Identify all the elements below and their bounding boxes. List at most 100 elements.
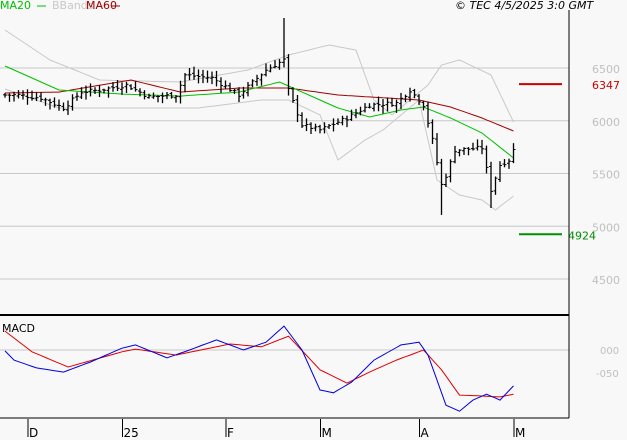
- ohlc-bar: [39, 92, 43, 102]
- ohlc-bar: [318, 124, 322, 134]
- macd-tick-label: 000: [600, 346, 619, 357]
- ohlc-bar: [43, 97, 48, 106]
- legend: MA20 BBands MA60 © TEC 4/5/2025 3:0 GMT …: [0, 0, 594, 335]
- bollinger-bands: [4, 29, 514, 211]
- ohlc-bars: [3, 17, 516, 215]
- ohlc-bar: [255, 74, 259, 86]
- ohlc-bar: [300, 112, 304, 128]
- ohlc-bar: [291, 87, 295, 103]
- ohlc-bar: [210, 71, 214, 85]
- price-tick-label: 5500: [592, 169, 620, 182]
- price-marker-label: 6347: [592, 79, 620, 92]
- ohlc-bar: [228, 82, 232, 92]
- ohlc-bar: [264, 63, 268, 77]
- ohlc-bar: [327, 123, 331, 129]
- ohlc-bar: [462, 147, 466, 155]
- ohlc-bar: [57, 99, 61, 111]
- ohlc-bar: [376, 96, 381, 112]
- ohlc-bar: [214, 70, 219, 87]
- ohlc-bar: [507, 158, 511, 169]
- macd-title: MACD: [2, 322, 35, 335]
- ohlc-bar: [93, 87, 97, 95]
- ohlc-bar: [426, 101, 430, 128]
- ohlc-bar: [61, 102, 66, 112]
- legend-ma20: MA20: [0, 0, 31, 12]
- ohlc-bar: [273, 60, 277, 69]
- ohlc-bar: [475, 139, 480, 151]
- ohlc-bar: [471, 142, 475, 151]
- ohlc-bar: [192, 66, 196, 80]
- ohlc-bar: [484, 145, 489, 174]
- macd-line: [4, 325, 514, 412]
- ohlc-bar: [430, 119, 435, 145]
- ohlc-bar: [147, 93, 151, 99]
- ohlc-bar: [250, 79, 255, 88]
- x-tick-label: M: [515, 426, 525, 440]
- ohlc-bar: [97, 85, 102, 97]
- ohlc-bar: [133, 81, 138, 92]
- ohlc-bar: [120, 82, 124, 95]
- ohlc-bar: [385, 97, 390, 112]
- ohlc-bar: [16, 90, 21, 99]
- price-marker-label: 4924: [568, 229, 596, 242]
- ohlc-bar: [457, 149, 462, 157]
- ohlc-bar: [106, 86, 111, 98]
- ohlc-bar: [345, 115, 349, 128]
- ohlc-bar: [493, 176, 498, 195]
- ohlc-bar: [156, 95, 160, 103]
- ohlc-bar: [88, 83, 93, 97]
- price-tick-label: 5000: [592, 221, 620, 234]
- ohlc-bar: [367, 103, 372, 109]
- ohlc-bar: [282, 17, 286, 68]
- ohlc-bar: [3, 93, 7, 98]
- ohlc-bar: [372, 102, 376, 112]
- price-tick-label: 6000: [592, 116, 620, 129]
- ohlc-bar: [498, 161, 502, 183]
- ohlc-bar: [241, 86, 246, 99]
- ohlc-bar: [129, 84, 133, 90]
- ohlc-bar: [223, 80, 228, 89]
- ohlc-bar: [259, 73, 264, 86]
- ohlc-bar: [466, 147, 471, 156]
- ohlc-bar: [151, 92, 156, 99]
- axes: 6500 6000 5500 5000 4500 6347 4924 000 -050 D 25 F M…: [0, 10, 620, 440]
- ohlc-bar: [124, 81, 129, 93]
- ohlc-bar: [453, 145, 457, 164]
- ohlc-bar: [286, 54, 291, 96]
- ohlc-bar: [390, 97, 394, 107]
- ohlc-bar: [313, 123, 318, 132]
- x-tick-label: F: [227, 426, 234, 440]
- ohlc-bar: [309, 122, 313, 134]
- copyright-text: © TEC 4/5/2025 3:0 GMT: [455, 0, 594, 12]
- price-tick-label: 4500: [592, 274, 620, 287]
- ohlc-bar: [363, 103, 367, 113]
- ohlc-bar: [219, 77, 223, 93]
- x-tick-label: M: [322, 426, 332, 440]
- ohlc-bar: [237, 87, 241, 103]
- ohlc-bar: [502, 159, 507, 168]
- ohlc-bar: [187, 67, 192, 81]
- ohlc-bar: [232, 88, 237, 95]
- ohlc-bar: [183, 73, 187, 93]
- ohlc-bar: [160, 92, 165, 104]
- ohlc-bar: [336, 118, 340, 125]
- stock-chart: 6500 6000 5500 5000 4500 6347 4924 000 -050 D 25 F M…: [0, 0, 627, 440]
- ohlc-bar: [439, 158, 444, 215]
- ohlc-bar: [421, 100, 426, 111]
- ohlc-bar: [444, 173, 448, 188]
- ohlc-bar: [480, 139, 484, 155]
- ohlc-bar: [201, 69, 205, 84]
- ohlc-bar: [381, 99, 385, 114]
- ohlc-bar: [435, 133, 439, 166]
- ohlc-bar: [75, 92, 79, 101]
- ohlc-bar: [511, 143, 516, 164]
- ohlc-bar: [7, 93, 12, 102]
- chart-svg: 6500 6000 5500 5000 4500 6347 4924 000 -050 D 25 F M…: [0, 0, 620, 440]
- x-tick-label: D: [29, 426, 38, 440]
- ohlc-bar: [489, 161, 493, 208]
- price-tick-label: 6500: [592, 63, 620, 76]
- ohlc-bar: [295, 94, 300, 123]
- x-tick-label: 25: [124, 426, 139, 440]
- macd-signal-line: [4, 330, 514, 398]
- ohlc-bar: [448, 159, 453, 183]
